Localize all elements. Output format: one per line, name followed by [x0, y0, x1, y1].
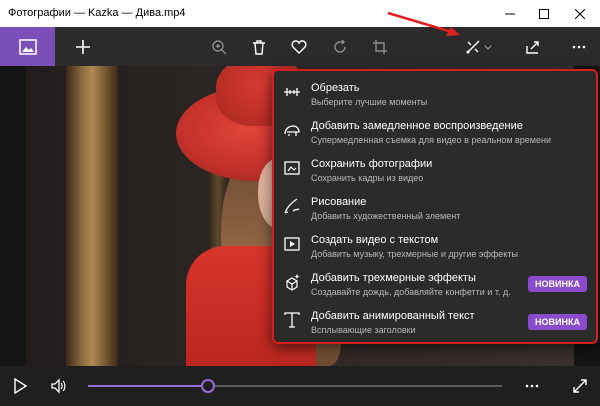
fullscreen-icon [573, 379, 587, 393]
chevron-down-icon [484, 44, 492, 50]
more-icon [525, 384, 539, 388]
menu-item-title: Сохранить фотографии [311, 158, 433, 170]
new-badge: НОВИНКА [528, 314, 587, 330]
menu-item-subtitle: Супермедленная съемка для видео в реальн… [311, 135, 551, 145]
plus-icon [76, 39, 90, 54]
picture-icon [18, 38, 37, 55]
seek-thumb[interactable] [201, 379, 216, 393]
zoom-button[interactable] [204, 27, 234, 66]
background-pillar [66, 66, 118, 366]
menu-item-subtitle: Добавить художественный элемент [311, 211, 461, 221]
menu-item-subtitle: Добавить музыку, трехмерные и другие эфф… [311, 249, 518, 259]
play-icon [14, 378, 28, 394]
zoom-icon [212, 39, 227, 54]
minimize-icon [505, 13, 515, 14]
playback-controls [0, 366, 600, 406]
trash-icon [253, 39, 265, 55]
menu-item-title: Обрезать [311, 82, 360, 94]
menu-item-animated-text[interactable]: Добавить анимированный текст Всплывающие… [274, 304, 596, 342]
title-bar: Фотографии — Kazka — Дива.mp4 [0, 0, 600, 27]
menu-item-slow-motion[interactable]: Добавить замедленное воспроизведение Суп… [274, 114, 596, 152]
minimize-button[interactable] [494, 0, 526, 27]
slow-motion-icon [283, 121, 301, 139]
delete-button[interactable] [244, 27, 274, 66]
menu-item-trim[interactable]: Обрезать Выберите лучшие моменты [274, 76, 596, 114]
crop-icon [373, 39, 387, 54]
menu-item-title: Рисование [311, 196, 367, 208]
menu-item-3d-effects[interactable]: Добавить трехмерные эффекты Создавайте д… [274, 266, 596, 304]
trim-icon [283, 83, 301, 101]
more-button[interactable] [564, 27, 594, 66]
menu-item-video-with-text[interactable]: Создать видео с текстом Добавить музыку,… [274, 228, 596, 266]
fullscreen-button[interactable] [567, 366, 593, 406]
save-photo-icon [283, 159, 301, 177]
menu-item-title: Добавить трехмерные эффекты [311, 272, 476, 284]
menu-item-title: Добавить анимированный текст [311, 310, 475, 322]
add-button[interactable] [68, 27, 98, 66]
pen-icon [283, 197, 301, 215]
new-badge: НОВИНКА [528, 276, 587, 292]
rotate-button[interactable] [325, 27, 355, 66]
video-text-icon [283, 235, 301, 253]
toolbar [0, 27, 600, 66]
volume-button[interactable] [46, 366, 72, 406]
share-button[interactable] [518, 27, 548, 66]
menu-item-drawing[interactable]: Рисование Добавить художественный элемен… [274, 190, 596, 228]
crop-button[interactable] [365, 27, 395, 66]
volume-icon [51, 378, 66, 394]
play-button[interactable] [7, 366, 33, 406]
edit-create-dropdown[interactable] [478, 27, 498, 66]
menu-item-save-photos[interactable]: Сохранить фотографии Сохранить кадры из … [274, 152, 596, 190]
menu-item-subtitle: Сохранить кадры из видео [311, 173, 424, 183]
maximize-button[interactable] [528, 0, 560, 27]
menu-item-subtitle: Выберите лучшие моменты [311, 97, 428, 107]
rotate-icon [334, 39, 346, 53]
close-icon [575, 8, 585, 19]
more-icon [572, 45, 586, 48]
collection-button[interactable] [0, 27, 55, 66]
heart-icon [291, 39, 307, 54]
more-playback-button[interactable] [519, 366, 545, 406]
share-icon [526, 40, 539, 54]
close-button[interactable] [564, 0, 596, 27]
menu-item-title: Создать видео с текстом [311, 234, 439, 246]
maximize-icon [539, 8, 549, 19]
menu-item-subtitle: Всплывающие заголовки [311, 325, 416, 335]
window-title: Фотографии — Kazka — Дива.mp4 [8, 7, 186, 19]
3d-effects-icon [283, 273, 301, 291]
seek-bar[interactable] [88, 385, 502, 387]
menu-item-title: Добавить замедленное воспроизведение [311, 120, 523, 132]
menu-item-subtitle: Создавайте дождь, добавляйте конфетти и … [311, 287, 511, 297]
animated-text-icon [283, 311, 301, 329]
edit-create-menu: Обрезать Выберите лучшие моменты Добавит… [272, 69, 598, 344]
seek-bar-progress [88, 385, 209, 387]
favorite-button[interactable] [284, 27, 314, 66]
